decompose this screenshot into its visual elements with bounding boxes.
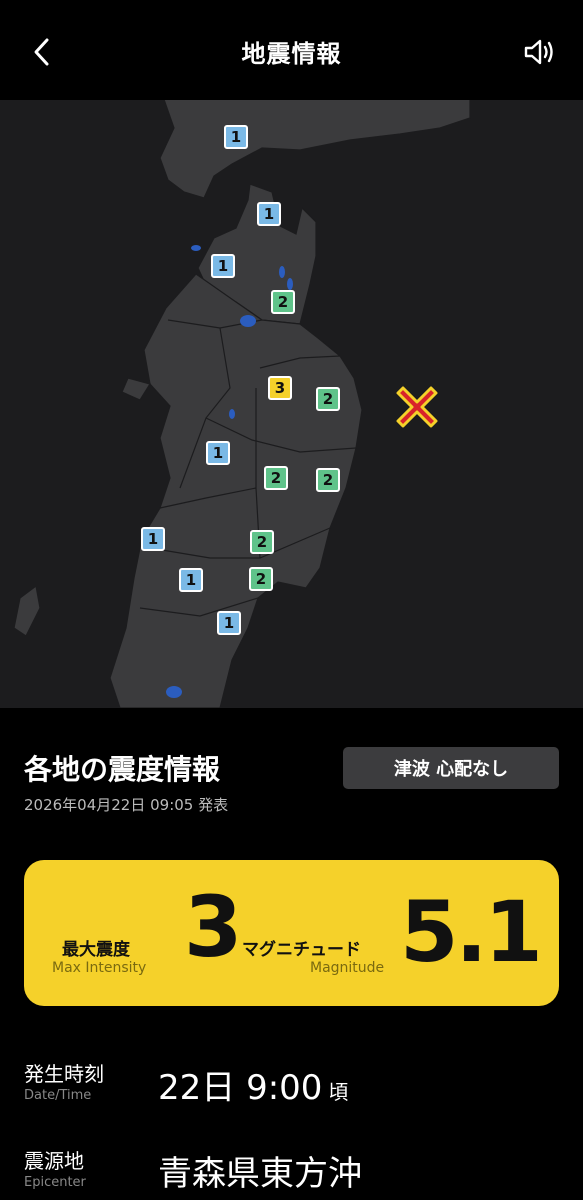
intensity-badge[interactable]: 1	[141, 527, 165, 551]
intensity-badge[interactable]: 1	[224, 125, 248, 149]
magnitude-value: 5.1	[400, 883, 543, 981]
intensity-badge[interactable]: 2	[316, 468, 340, 492]
intensity-badge[interactable]: 3	[268, 376, 292, 400]
epicenter-x-icon[interactable]	[394, 384, 440, 430]
page-title: 地震情報	[241, 40, 342, 68]
epicenter-value: 青森県東方沖	[158, 1154, 362, 1194]
intensity-badge[interactable]: 1	[211, 254, 235, 278]
intensity-badge[interactable]: 2	[264, 466, 288, 490]
magnitude-en-label: Magnitude	[310, 960, 385, 976]
datetime-label: 発生時刻	[24, 1062, 104, 1086]
header: 地震情報	[0, 0, 583, 100]
intensity-badge[interactable]: 1	[179, 568, 203, 592]
sound-button[interactable]	[517, 30, 561, 74]
tsunami-status-badge: 津波 心配なし	[343, 747, 559, 789]
magnitude-label: マグニチュード	[242, 940, 361, 960]
intensity-magnitude-card: 最大震度 Max Intensity 3 マグニチュード Magnitude 5…	[24, 860, 559, 1006]
max-intensity-value: 3	[184, 878, 243, 976]
intensity-badge[interactable]: 2	[271, 290, 295, 314]
speaker-icon	[524, 39, 553, 65]
intensity-badge[interactable]: 2	[316, 387, 340, 411]
datetime-value-row: 22日 9:00 頃	[158, 1060, 348, 1109]
earthquake-map[interactable]: 1 1 1 2 3 2 1 2 2 1 2 1 2 1	[0, 88, 583, 708]
epicenter-en-label: Epicenter	[24, 1175, 86, 1190]
datetime-value: 22日 9:00	[158, 1068, 323, 1108]
intensity-badge[interactable]: 2	[249, 567, 273, 591]
intensity-badge[interactable]: 1	[217, 611, 241, 635]
epicenter-label: 震源地	[24, 1149, 84, 1173]
datetime-suffix: 頃	[328, 1080, 349, 1104]
max-intensity-label: 最大震度	[62, 940, 130, 960]
datetime-en-label: Date/Time	[24, 1088, 92, 1103]
intensity-badge[interactable]: 1	[206, 441, 230, 465]
section-title: 各地の震度情報	[24, 753, 221, 786]
announced-time: 2026年04月22日 09:05 発表	[24, 796, 229, 814]
max-intensity-en-label: Max Intensity	[52, 960, 147, 976]
intensity-badge[interactable]: 2	[250, 530, 274, 554]
intensity-badge[interactable]: 1	[257, 202, 281, 226]
